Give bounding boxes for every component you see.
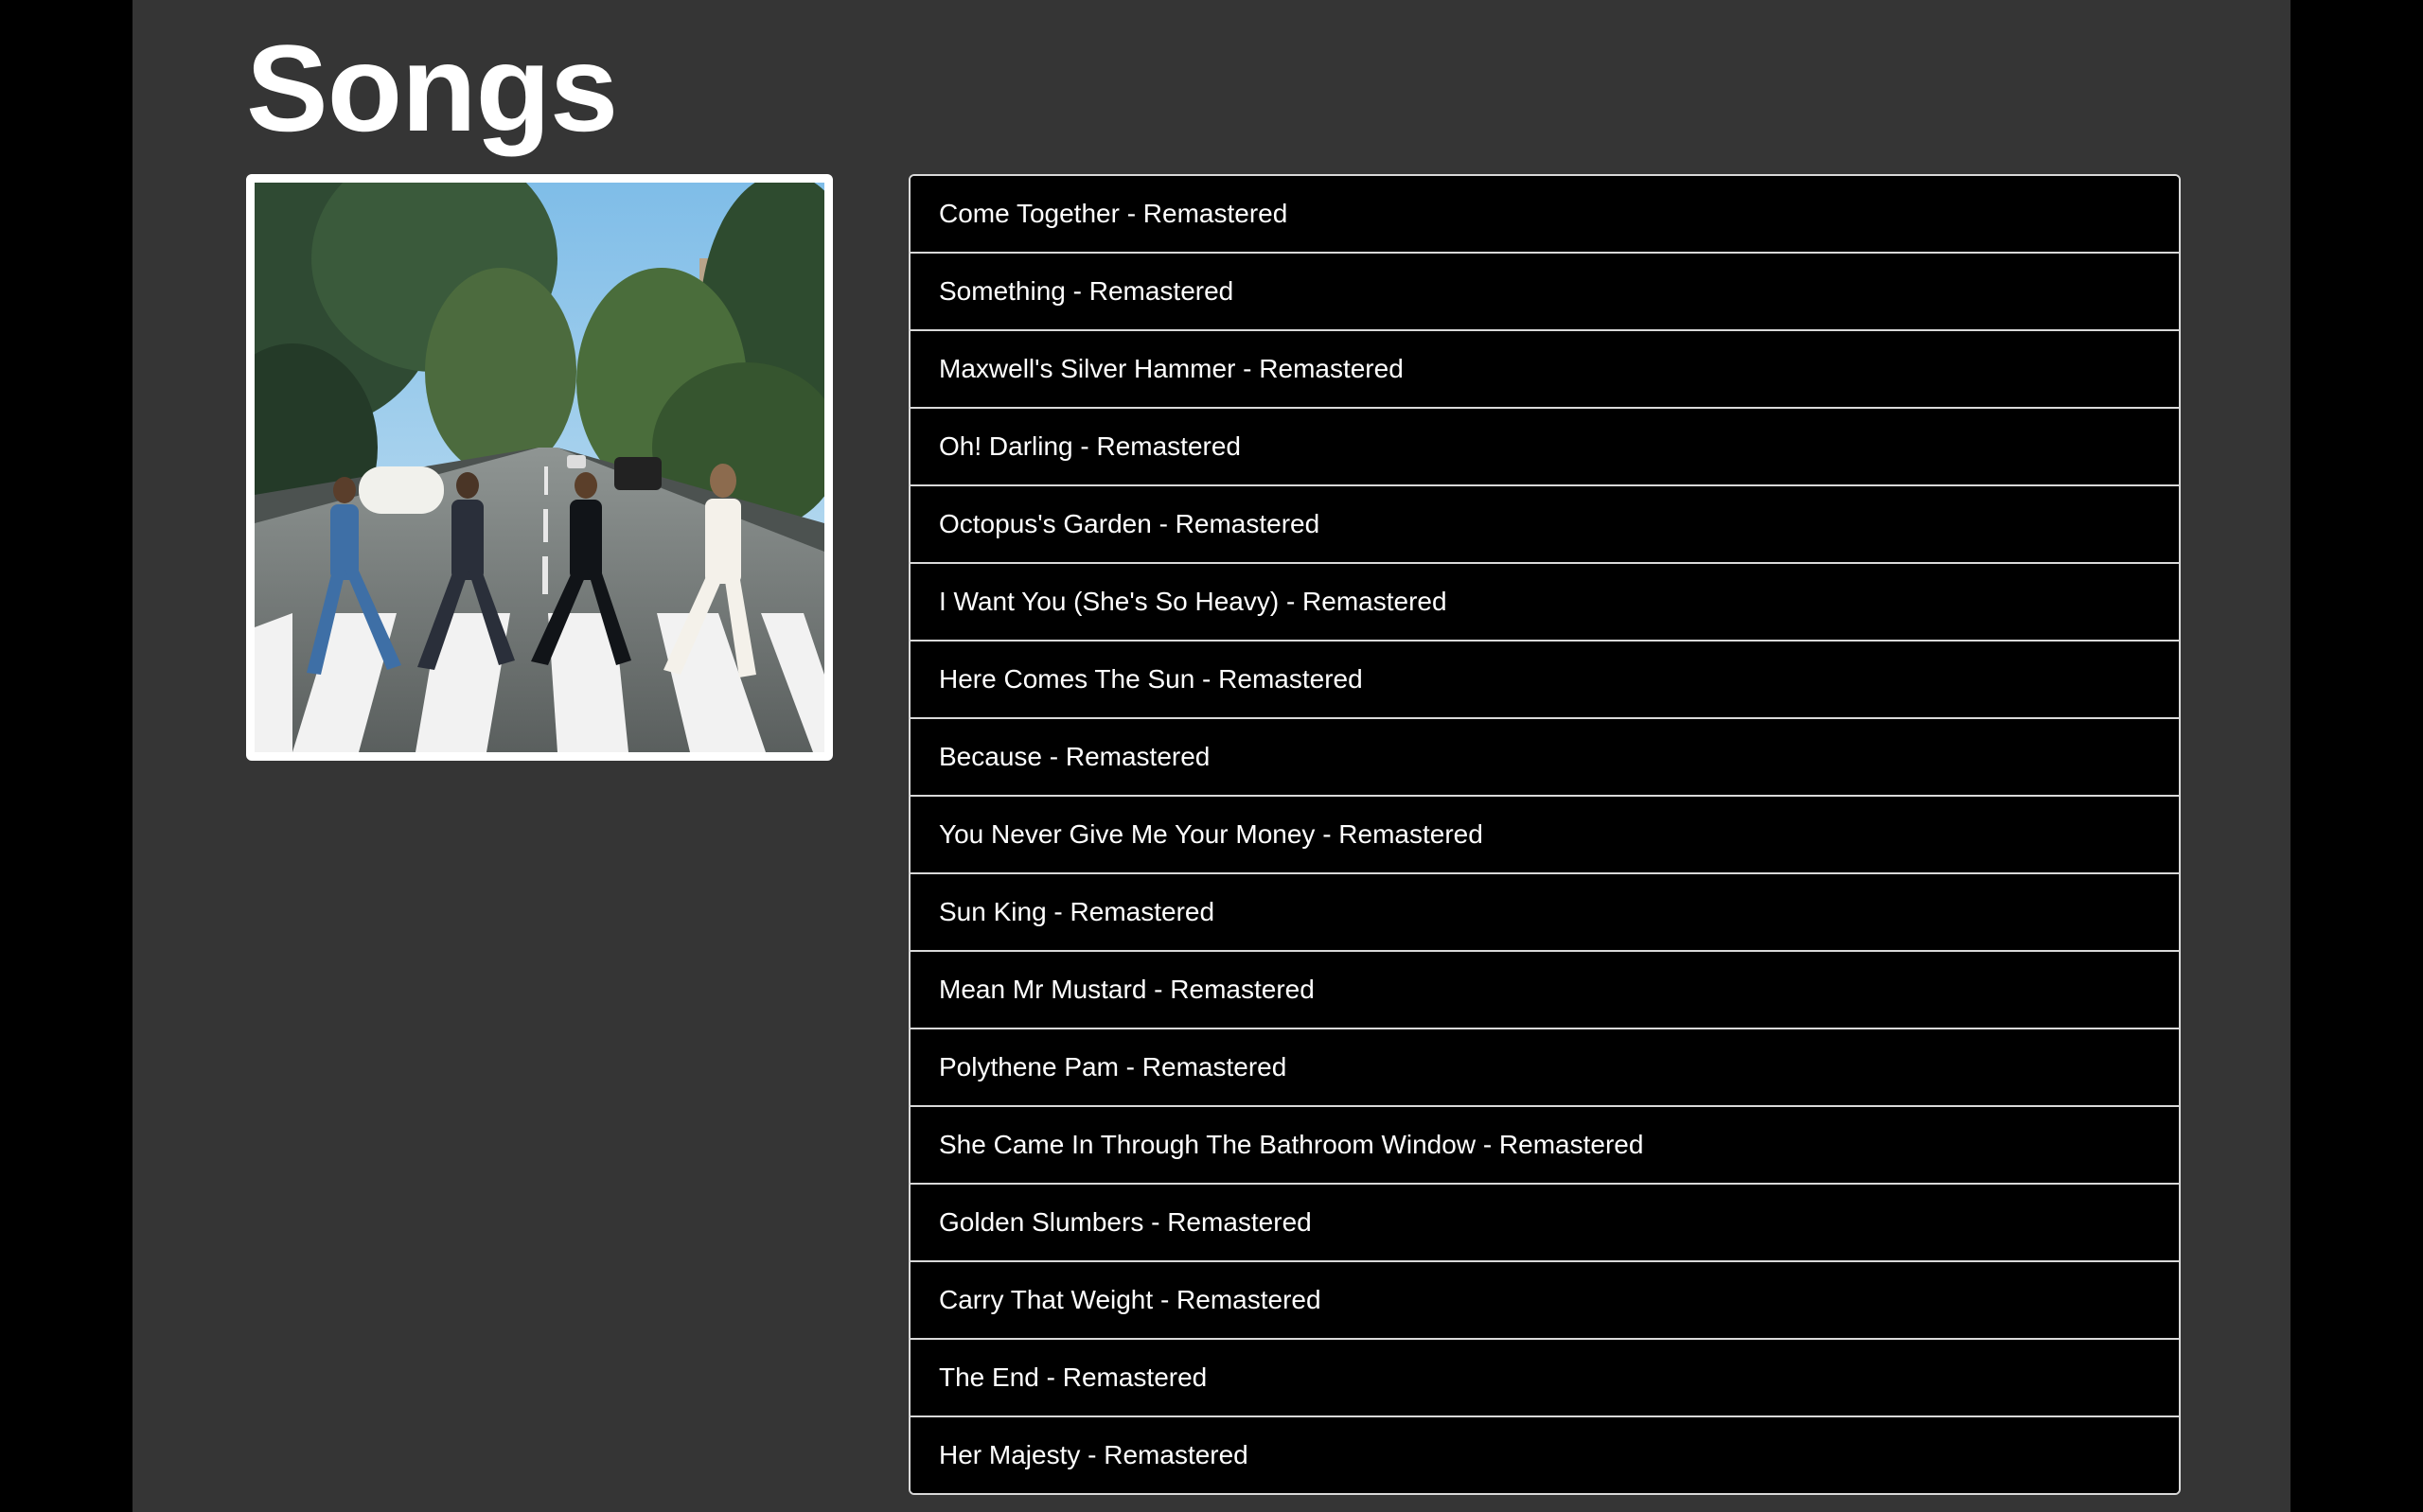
album-cover-image [255,183,824,752]
song-list-item[interactable]: The End - Remastered [911,1338,2179,1415]
song-list-item[interactable]: Golden Slumbers - Remastered [911,1183,2179,1260]
song-list-item[interactable]: Here Comes The Sun - Remastered [911,640,2179,717]
song-list: Come Together - Remastered Something - R… [909,174,2181,1495]
song-list-item[interactable]: Come Together - Remastered [911,176,2179,252]
song-list-item[interactable]: Her Majesty - Remastered [911,1415,2179,1493]
song-list-item[interactable]: Polythene Pam - Remastered [911,1028,2179,1105]
song-list-item[interactable]: Octopus's Garden - Remastered [911,484,2179,562]
song-list-item[interactable]: She Came In Through The Bathroom Window … [911,1105,2179,1183]
song-list-item[interactable]: Sun King - Remastered [911,872,2179,950]
song-list-item[interactable]: I Want You (She's So Heavy) - Remastered [911,562,2179,640]
song-list-item[interactable]: Something - Remastered [911,252,2179,329]
song-list-item[interactable]: Maxwell's Silver Hammer - Remastered [911,329,2179,407]
page-title: Songs [246,19,618,157]
song-list-item[interactable]: You Never Give Me Your Money - Remastere… [911,795,2179,872]
song-list-item[interactable]: Because - Remastered [911,717,2179,795]
song-list-item[interactable]: Oh! Darling - Remastered [911,407,2179,484]
main-panel: Songs Come Together - Remastered Somethi… [133,0,2290,1512]
album-cover [246,174,833,761]
song-list-item[interactable]: Carry That Weight - Remastered [911,1260,2179,1338]
song-list-item[interactable]: Mean Mr Mustard - Remastered [911,950,2179,1028]
